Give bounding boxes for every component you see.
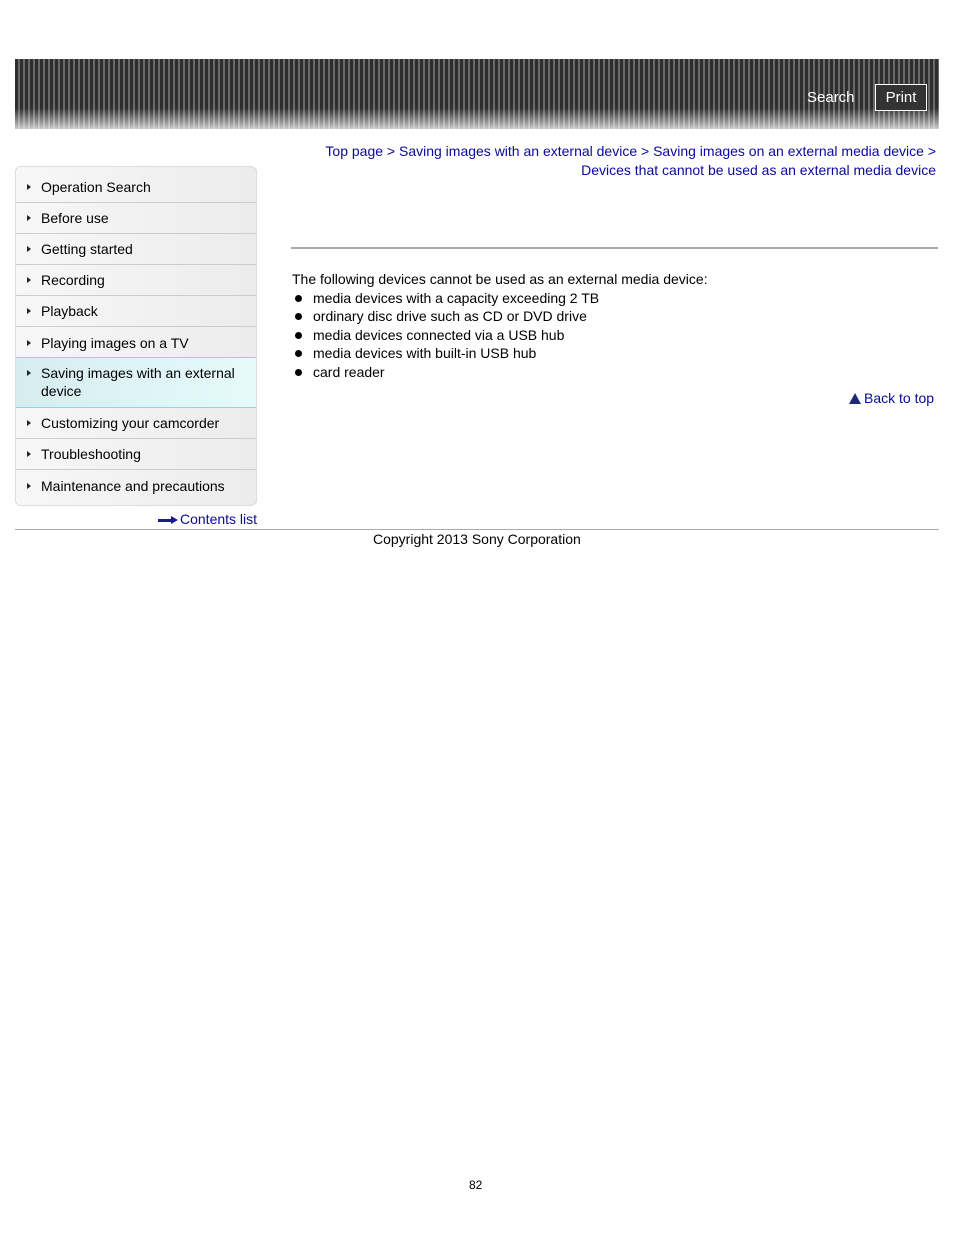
- list-item: ordinary disc drive such as CD or DVD dr…: [292, 307, 708, 326]
- caret-right-icon: [27, 215, 31, 221]
- caret-right-icon: [27, 277, 31, 283]
- sidebar-item-recording[interactable]: Recording: [16, 271, 256, 289]
- caret-right-icon: [27, 370, 31, 376]
- print-button[interactable]: Print: [875, 84, 927, 111]
- breadcrumb-separator: >: [386, 143, 399, 159]
- list-item: media devices connected via a USB hub: [292, 326, 708, 345]
- sidebar-item-operation-search[interactable]: Operation Search: [16, 178, 256, 196]
- sidebar-item-label: Before use: [41, 210, 109, 226]
- sidebar-item-playback[interactable]: Playback: [16, 302, 256, 320]
- caret-right-icon: [27, 451, 31, 457]
- divider: [16, 233, 256, 234]
- sidebar-item-before-use[interactable]: Before use: [16, 209, 256, 227]
- contents-list-link[interactable]: Contents list: [158, 511, 257, 527]
- sidebar-item-label: Saving images with an external device: [41, 365, 235, 399]
- sidebar-item-label: Playback: [41, 303, 98, 319]
- breadcrumb-saving-images-external-media[interactable]: Saving images on an external media devic…: [653, 143, 924, 159]
- divider: [16, 469, 256, 470]
- intro-text: The following devices cannot be used as …: [292, 271, 708, 287]
- arrow-right-icon: [158, 515, 178, 525]
- search-link[interactable]: Search: [807, 89, 855, 106]
- breadcrumb-separator: >: [927, 143, 936, 159]
- contents-list-label: Contents list: [180, 511, 258, 527]
- device-list: media devices with a capacity exceeding …: [292, 289, 708, 382]
- divider: [16, 295, 256, 296]
- list-item: card reader: [292, 363, 708, 382]
- sidebar-item-label: Operation Search: [41, 179, 151, 195]
- sidebar-item-customizing-camcorder[interactable]: Customizing your camcorder: [16, 414, 256, 432]
- caret-right-icon: [27, 483, 31, 489]
- sidebar-item-playing-images-tv[interactable]: Playing images on a TV: [16, 334, 256, 352]
- sidebar-item-label: Troubleshooting: [41, 446, 141, 462]
- caret-right-icon: [27, 308, 31, 314]
- caret-right-icon: [27, 184, 31, 190]
- divider: [16, 326, 256, 327]
- divider: [16, 202, 256, 203]
- list-item: media devices with built-in USB hub: [292, 344, 708, 363]
- breadcrumb-current-page[interactable]: Devices that cannot be used as an extern…: [581, 162, 936, 178]
- triangle-up-icon: [849, 393, 861, 404]
- divider: [16, 438, 256, 439]
- back-to-top-label: Back to top: [864, 390, 935, 406]
- sidebar-item-getting-started[interactable]: Getting started: [16, 240, 256, 258]
- list-item: media devices with a capacity exceeding …: [292, 289, 708, 308]
- breadcrumb-saving-images-external-device[interactable]: Saving images with an external device: [399, 143, 637, 159]
- caret-right-icon: [27, 246, 31, 252]
- sidebar-item-label: Recording: [41, 272, 105, 288]
- footer-divider: [15, 529, 939, 530]
- sidebar-item-maintenance-precautions[interactable]: Maintenance and precautions: [16, 477, 256, 495]
- sidebar-item-label: Playing images on a TV: [41, 335, 189, 351]
- back-to-top-link[interactable]: Back to top: [849, 390, 934, 406]
- caret-right-icon: [27, 420, 31, 426]
- sidebar-item-saving-images-external-device[interactable]: Saving images with an external device: [16, 357, 256, 408]
- breadcrumb: Top page > Saving images with an externa…: [300, 142, 936, 180]
- sidebar-item-label: Getting started: [41, 241, 133, 257]
- sidebar-item-label: Maintenance and precautions: [41, 478, 225, 494]
- caret-right-icon: [27, 340, 31, 346]
- sidebar-item-troubleshooting[interactable]: Troubleshooting: [16, 445, 256, 463]
- sidebar-item-label: Customizing your camcorder: [41, 415, 220, 431]
- breadcrumb-top-page[interactable]: Top page: [325, 143, 383, 159]
- header-bar: Search Print: [15, 59, 939, 129]
- divider: [16, 264, 256, 265]
- main-content: The following devices cannot be used as …: [292, 270, 708, 381]
- page-number: 82: [469, 1178, 483, 1192]
- title-divider: [291, 247, 938, 249]
- breadcrumb-separator: >: [641, 143, 654, 159]
- copyright-text: Copyright 2013 Sony Corporation: [373, 531, 581, 547]
- sidebar-nav: Operation Search Before use Getting star…: [15, 166, 257, 506]
